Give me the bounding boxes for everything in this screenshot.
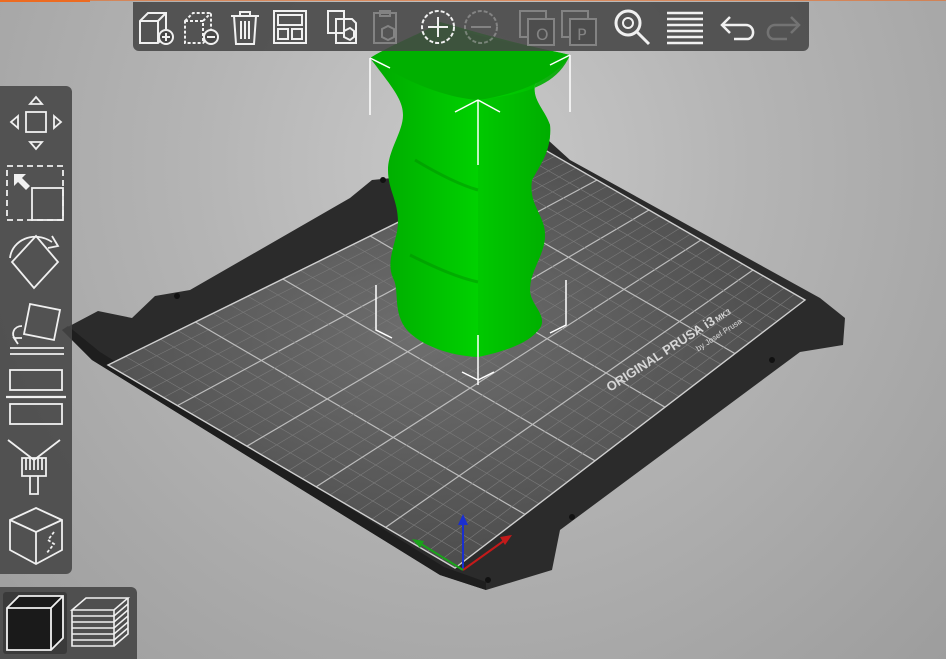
- split-to-objects-icon: O: [519, 10, 555, 46]
- paint-supports-button[interactable]: [4, 432, 68, 500]
- split-to-parts-button[interactable]: P: [558, 7, 598, 47]
- add-instance-icon: [421, 10, 455, 44]
- move-icon: [9, 95, 63, 151]
- 3d-scene[interactable]: ORIGINAL PRUSA i3 MK3 by Josef Prusa: [0, 0, 946, 659]
- undo-button[interactable]: [718, 7, 758, 47]
- copy-button[interactable]: [322, 7, 362, 47]
- move-tool-button[interactable]: [4, 92, 68, 156]
- add-button[interactable]: [136, 7, 176, 47]
- delete-all-icon: [231, 11, 259, 45]
- arrange-icon: [273, 10, 307, 44]
- search-button[interactable]: [612, 7, 652, 47]
- rotate-icon: [9, 234, 60, 290]
- scale-icon: [6, 165, 64, 221]
- seam-painting-icon: [9, 507, 63, 566]
- undo-icon: [720, 16, 755, 41]
- layers-editing-button[interactable]: [665, 7, 705, 47]
- view-toggle: [0, 587, 137, 659]
- delete-all-button[interactable]: [225, 7, 265, 47]
- delete-icon: [184, 12, 219, 45]
- cut-icon: [6, 369, 66, 425]
- redo-icon: [766, 16, 801, 41]
- add-icon: [139, 12, 174, 45]
- preview-button[interactable]: [68, 592, 132, 654]
- cut-tool-button[interactable]: [4, 364, 68, 428]
- split-to-objects-button[interactable]: O: [516, 7, 556, 47]
- svg-text:O: O: [536, 25, 549, 44]
- remove-instance-icon: [464, 10, 498, 44]
- place-on-face-icon: [10, 302, 64, 355]
- preview-layers-icon: [69, 597, 131, 647]
- gizmo-toolbar: [0, 86, 72, 574]
- paste-button[interactable]: [366, 7, 406, 47]
- 3d-view-button[interactable]: [3, 592, 67, 654]
- split-to-parts-icon: P: [561, 10, 597, 46]
- place-on-face-button[interactable]: [4, 296, 68, 360]
- paint-supports-icon: [7, 439, 61, 495]
- search-icon: [614, 9, 651, 46]
- paste-icon: [373, 10, 397, 44]
- delete-button[interactable]: [181, 7, 221, 47]
- seam-painting-button[interactable]: [4, 504, 68, 568]
- remove-instance-button[interactable]: [461, 7, 501, 47]
- layers-editing-icon: [667, 11, 703, 45]
- 3d-view-icon: [6, 595, 64, 651]
- rotate-tool-button[interactable]: [4, 228, 68, 292]
- arrange-button[interactable]: [270, 7, 310, 47]
- scale-tool-button[interactable]: [4, 160, 68, 224]
- svg-text:P: P: [577, 25, 587, 44]
- redo-button[interactable]: [763, 7, 803, 47]
- add-instance-button[interactable]: [418, 7, 458, 47]
- top-toolbar: O P: [133, 2, 809, 51]
- copy-icon: [327, 10, 357, 44]
